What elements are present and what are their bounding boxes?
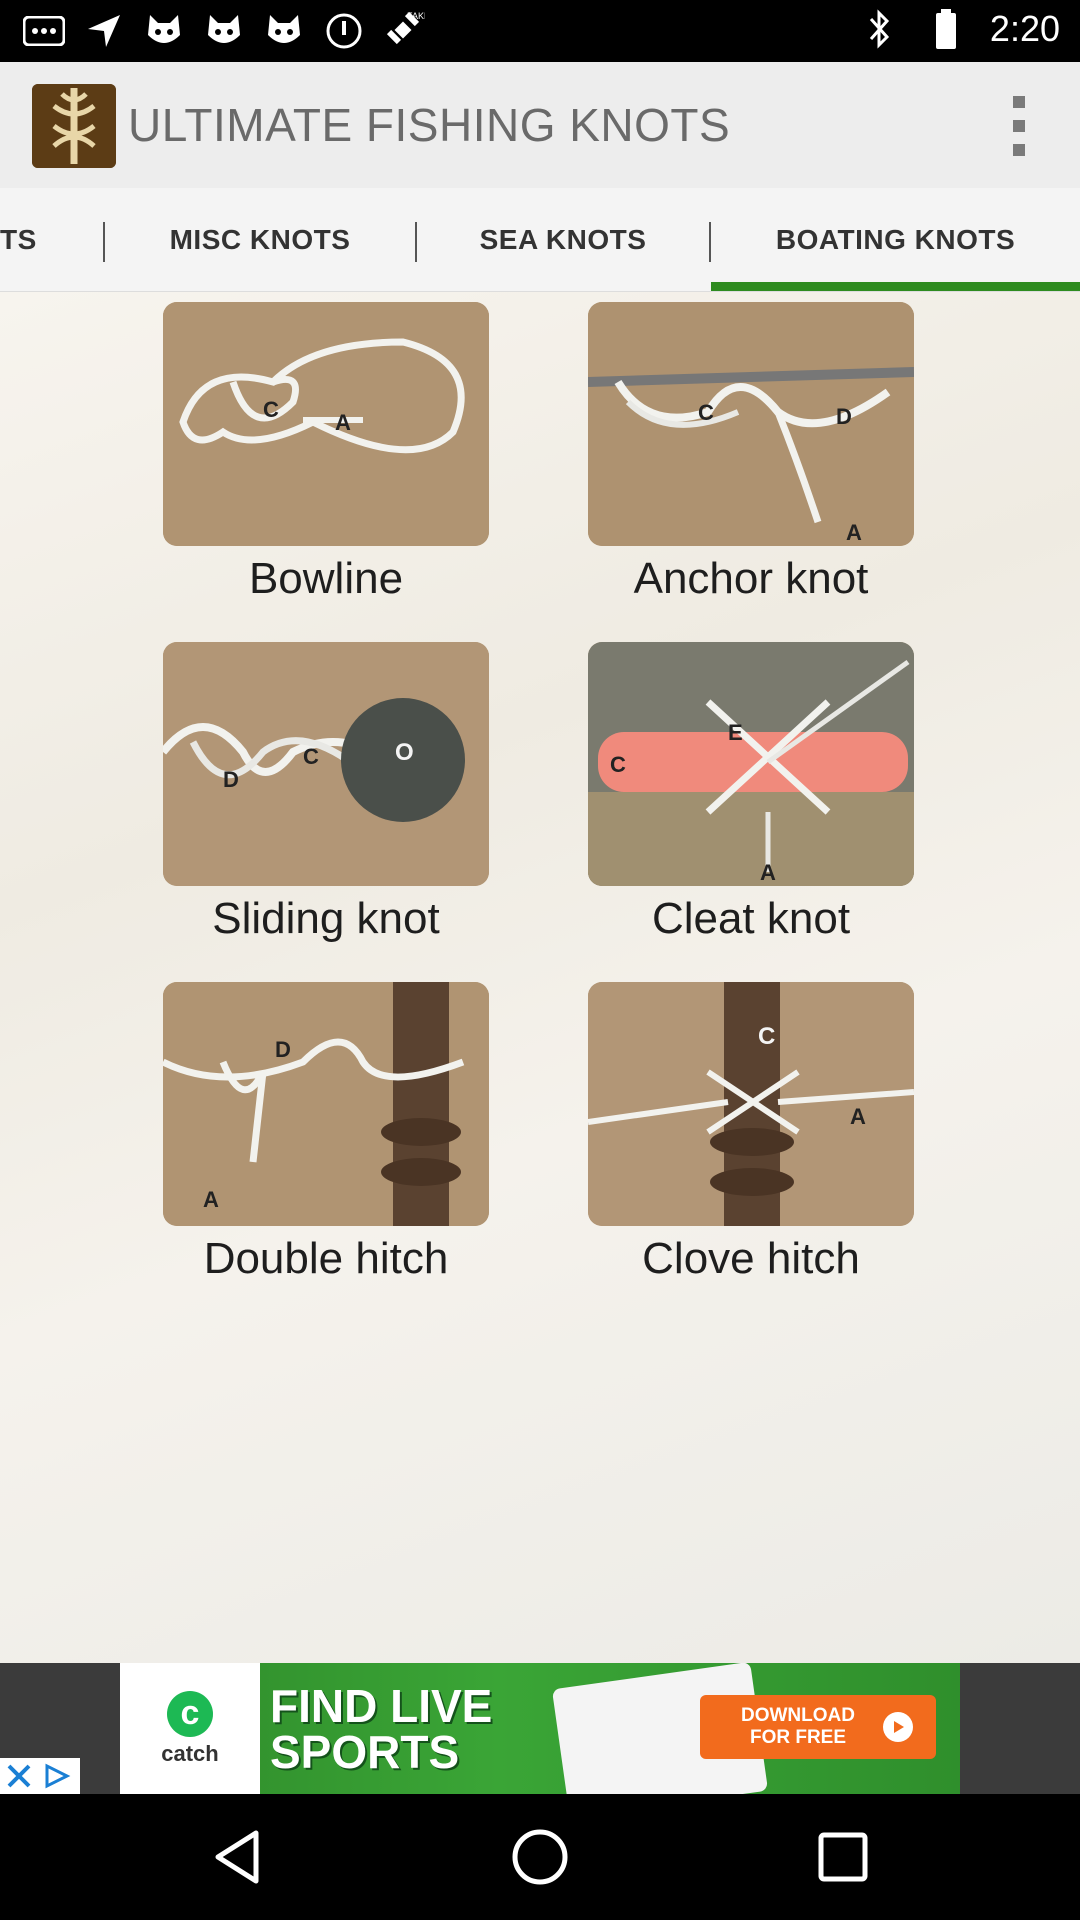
image-letter: C [263,397,279,422]
tab-boating-knots[interactable]: BOATING KNOTS [711,188,1080,292]
app-title: ULTIMATE FISHING KNOTS [128,99,731,151]
knot-label: Sliding knot [212,894,440,943]
ad-headline-line2: SPORTS [270,1726,460,1778]
navigation-bar [0,1794,1080,1920]
tab-misc-knots[interactable]: MISC KNOTS [105,188,415,292]
tab-bar: TS MISC KNOTS SEA KNOTS BOATING KNOTS [0,188,1080,292]
bluetooth-icon [858,8,902,50]
fake-gps-icon: FAKE [382,10,426,52]
navigation-icon [82,10,126,52]
knot-image[interactable]: D A [163,982,489,1226]
ad-close-controls[interactable] [0,1758,80,1794]
overflow-menu-icon[interactable] [1004,96,1034,156]
ad-headline-line1: FIND LIVE [270,1680,493,1732]
knot-item-clove-hitch[interactable]: C A Clove hitch [586,982,916,1284]
image-letter: D [275,1037,291,1062]
cat-icon [142,10,186,52]
image-letter: A [846,520,862,545]
image-letter: A [850,1104,866,1129]
knot-image[interactable]: C D A [588,302,914,546]
play-icon [883,1712,913,1742]
image-letter: A [203,1187,219,1212]
knot-image[interactable]: D C O [163,642,489,886]
image-letter: C [610,752,626,777]
tab-sea-knots[interactable]: SEA KNOTS [417,188,709,292]
status-bar: FAKE 2:20 [0,0,1080,62]
ad-area: c catch FIND LIVE SPORTS DOWNLOAD FOR FR… [0,1663,1080,1794]
knot-item-double-hitch[interactable]: D A Double hitch [161,982,491,1284]
home-icon[interactable] [507,1824,573,1890]
recents-icon[interactable] [810,1824,876,1890]
svg-text:FAKE: FAKE [407,11,425,21]
image-letter: C [758,1023,775,1050]
image-letter: O [395,739,414,766]
image-letter: C [698,400,714,425]
tab-partial[interactable]: TS [0,188,104,292]
knot-image[interactable]: C E A [588,642,914,886]
knot-item-sliding-knot[interactable]: D C O Sliding knot [161,642,491,944]
image-letter: D [223,767,239,792]
status-time: 2:20 [989,8,1060,49]
ad-cta-label: DOWNLOAD FOR FREE [741,1705,855,1748]
ad-brand: catch [161,1740,219,1766]
close-icon[interactable] [5,1762,33,1790]
image-letter: D [836,404,852,429]
app-bar: ULTIMATE FISHING KNOTS [0,62,1080,188]
knot-label: Cleat knot [651,894,851,943]
knot-item-bowline[interactable]: C A Bowline [161,302,491,604]
active-tab-indicator [711,282,1080,291]
knot-label: Double hitch [203,1234,449,1283]
knot-label: Clove hitch [642,1234,860,1283]
image-letter: A [760,860,776,885]
image-letter: A [335,410,351,435]
sync-icon [322,10,366,52]
knot-image[interactable]: C A [163,302,489,546]
battery-icon [924,8,968,50]
knot-item-anchor-knot[interactable]: C D A Anchor knot [586,302,916,604]
cat-icon [202,10,246,52]
catch-logo-icon: c [167,1690,213,1737]
knot-label: Anchor knot [633,554,869,603]
image-letter: E [728,720,743,745]
back-icon[interactable] [204,1824,270,1890]
knot-label: Bowline [248,554,404,603]
more-notifications-icon [22,10,66,52]
knot-image[interactable]: C A [588,982,914,1226]
ad-logo: c catch [120,1663,260,1794]
ad-banner[interactable]: c catch FIND LIVE SPORTS DOWNLOAD FOR FR… [120,1663,960,1794]
cat-icon [262,10,306,52]
ad-download-button[interactable]: DOWNLOAD FOR FREE [700,1695,936,1759]
ad-headline: FIND LIVE SPORTS [270,1683,570,1775]
knot-logo-icon [32,84,116,168]
knot-item-cleat-knot[interactable]: C E A Cleat knot [586,642,916,944]
image-letter: C [303,744,319,769]
knot-grid: C A Bowline C D A Anchor knot D C O Slid… [0,292,1080,1663]
adchoices-icon[interactable] [43,1762,75,1790]
